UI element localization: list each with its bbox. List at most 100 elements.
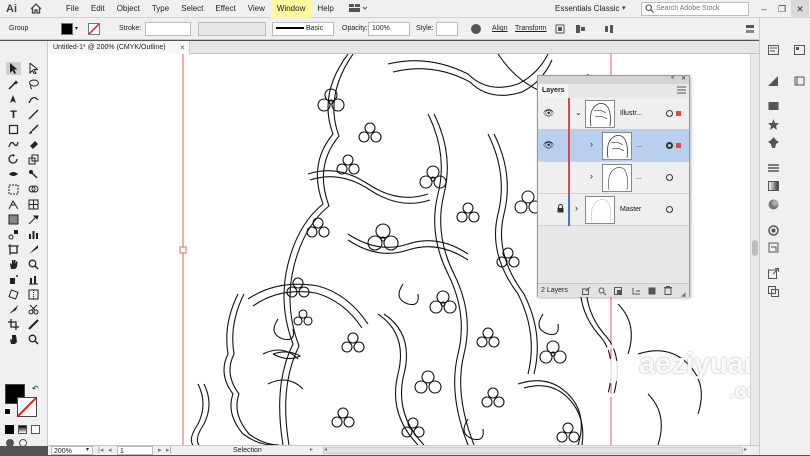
target-circle-icon[interactable] — [666, 174, 673, 181]
layer-name[interactable]: Master — [620, 194, 641, 226]
appearance-panel-icon[interactable] — [766, 224, 780, 236]
magnify-tool-icon[interactable] — [26, 333, 41, 346]
artboard-number[interactable]: 1 — [117, 446, 153, 455]
cc-libraries-icon[interactable] — [792, 75, 806, 87]
swap-colors-icon[interactable]: ↶ — [32, 384, 39, 393]
gradient-mode-icon[interactable] — [18, 425, 27, 434]
arrange-panel-icon[interactable] — [745, 24, 755, 36]
align-panel-icon[interactable] — [766, 241, 780, 253]
vertical-scrollbar[interactable] — [750, 54, 759, 445]
visibility-eye-icon[interactable]: 👁 — [543, 140, 554, 151]
scrollbar-thumb[interactable] — [752, 240, 758, 256]
eraser-tool-icon[interactable] — [26, 138, 41, 151]
locate-object-icon[interactable] — [598, 287, 607, 301]
recolor-artwork-icon[interactable] — [471, 24, 481, 34]
menu-type[interactable]: Type — [146, 0, 175, 18]
brushes-panel-icon[interactable] — [766, 100, 780, 112]
stroke-color-box[interactable] — [17, 397, 37, 417]
layer-row[interactable]: › ... — [538, 162, 689, 194]
width-tool-icon[interactable] — [6, 168, 21, 181]
menu-effect[interactable]: Effect — [209, 0, 241, 18]
lock-icon[interactable] — [557, 204, 564, 215]
shape-builder-tool-icon[interactable] — [26, 183, 41, 196]
panel-options-icon[interactable] — [677, 86, 686, 96]
layers-panel-header[interactable]: « ✕ — [538, 75, 689, 84]
stock-search-input[interactable]: Search Adobe Stock — [641, 2, 749, 16]
screen-mode-icon[interactable] — [19, 439, 27, 447]
rotate-view-tool-icon[interactable] — [6, 288, 21, 301]
horizontal-scrollbar[interactable] — [323, 447, 743, 454]
align-options-icon[interactable] — [575, 24, 589, 36]
menu-help[interactable]: Help — [311, 0, 339, 18]
rotate-tool-icon[interactable] — [6, 153, 21, 166]
line-segment-tool-icon[interactable] — [26, 108, 41, 121]
minimize-icon[interactable]: – — [755, 0, 773, 18]
graphic-styles-icon[interactable] — [766, 136, 780, 148]
gradient-tool-icon[interactable] — [6, 213, 21, 226]
target-circle-icon[interactable] — [666, 110, 673, 117]
libraries-panel-icon[interactable] — [792, 44, 806, 56]
perspective-grid-tool-icon[interactable] — [6, 198, 21, 211]
mesh-tool-icon[interactable] — [26, 198, 41, 211]
crop-image-tool-icon[interactable] — [6, 318, 21, 331]
visibility-eye-icon[interactable]: 👁 — [543, 108, 554, 119]
graph-tool-icon[interactable] — [26, 228, 41, 241]
distribute-icon[interactable] — [604, 24, 618, 36]
graphic-style-picker[interactable] — [436, 22, 458, 36]
brush-definition-select[interactable]: Basic — [272, 22, 334, 36]
opacity-field[interactable]: 100% — [368, 22, 410, 36]
print-tiling-tool-icon[interactable] — [26, 288, 41, 301]
gradient-panel-icon[interactable] — [766, 180, 780, 192]
eyedropper-tool-icon[interactable] — [26, 213, 41, 226]
pan-tool-icon[interactable] — [6, 333, 21, 346]
scale-tool-icon[interactable] — [26, 153, 41, 166]
stroke-weight-field[interactable] — [145, 22, 191, 36]
color-mode-icon[interactable] — [5, 425, 14, 434]
isolate-group-icon[interactable] — [555, 24, 565, 36]
shaper-tool-icon[interactable] — [6, 138, 21, 151]
symbol-sprayer-tool-icon[interactable] — [6, 273, 21, 286]
type-tool-icon[interactable]: T — [6, 108, 21, 121]
restore-icon[interactable]: ❐ — [773, 0, 791, 18]
lasso-tool-icon[interactable] — [26, 78, 41, 91]
fill-dropdown-icon[interactable]: ▾ — [75, 22, 78, 36]
curvature-tool-icon[interactable] — [26, 93, 41, 106]
scissors-tool-icon[interactable] — [26, 303, 41, 316]
magic-wand-tool-icon[interactable] — [6, 78, 21, 91]
stroke-panel-icon[interactable] — [766, 163, 780, 175]
layer-row[interactable]: › Master — [538, 194, 689, 226]
column-graph-icon[interactable] — [26, 273, 41, 286]
home-icon[interactable] — [30, 2, 46, 15]
symbols-panel-icon[interactable] — [766, 118, 780, 130]
slice-tool-icon[interactable] — [26, 243, 41, 256]
transparency-panel-icon[interactable] — [766, 198, 780, 210]
layers-tab[interactable]: Layers — [538, 84, 568, 98]
previous-artboard-icon[interactable]: ◂ — [108, 446, 112, 455]
menu-view[interactable]: View — [242, 0, 271, 18]
first-artboard-icon[interactable]: |◂ — [98, 446, 103, 455]
resize-grip-icon[interactable]: ◢ — [681, 288, 686, 302]
align-button[interactable]: Align — [492, 22, 508, 36]
menu-window[interactable]: Window — [270, 0, 312, 18]
menu-edit[interactable]: Edit — [85, 0, 111, 18]
new-sublayer-icon[interactable] — [632, 287, 641, 301]
direct-selection-tool-icon[interactable] — [26, 62, 41, 75]
chevron-right-icon[interactable]: › — [575, 203, 578, 213]
rectangle-tool-icon[interactable] — [6, 123, 21, 136]
chevron-right-icon[interactable]: › — [590, 171, 593, 181]
properties-panel-icon[interactable] — [766, 44, 780, 56]
draw-normal-icon[interactable] — [6, 439, 14, 447]
pen-tool-icon[interactable] — [6, 93, 21, 106]
chevron-down-icon[interactable]: ⌄ — [575, 108, 582, 117]
hand-tool-icon[interactable] — [6, 258, 21, 271]
close-panel-icon[interactable]: ✕ — [681, 75, 686, 82]
layer-row[interactable]: 👁 › ... — [538, 130, 689, 162]
target-circle-icon[interactable] — [666, 206, 673, 213]
chevron-right-icon[interactable]: › — [590, 139, 593, 149]
puppet-warp-tool-icon[interactable] — [26, 168, 41, 181]
color-guide-icon[interactable] — [766, 75, 780, 87]
measure-tool-icon[interactable] — [26, 318, 41, 331]
scroll-left-icon[interactable]: ◂ — [324, 446, 327, 455]
layer-name[interactable]: ... — [636, 130, 642, 162]
arrange-documents-icon[interactable] — [348, 3, 368, 15]
